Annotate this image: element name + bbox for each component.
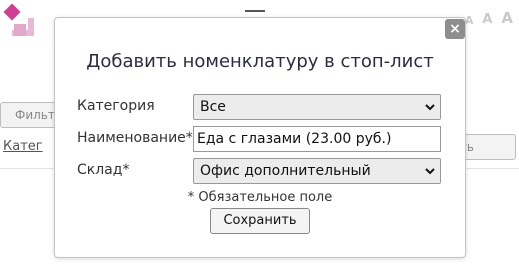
warehouse-row: Склад* Офис дополнительный [77,158,441,184]
category-select-value: Все [200,99,226,115]
font-size-large[interactable]: A [501,9,513,27]
category-link[interactable]: Катег [3,139,43,154]
font-size-medium[interactable]: A [482,12,492,27]
warehouse-select-value: Офис дополнительный [200,163,371,179]
warehouse-select[interactable]: Офис дополнительный [193,158,441,184]
header-divider [245,10,265,12]
name-field-value: Еда с глазами (23.00 руб.) [197,131,392,147]
font-size-switcher: A A A [465,9,513,27]
chevron-down-icon [425,168,435,175]
dialog-title: Добавить номенклатуру в стоп-лист [86,51,434,72]
warehouse-label: Склад* [77,162,130,178]
category-label: Категория [77,98,155,114]
category-row: Категория Все [77,94,441,120]
close-icon[interactable]: × [445,19,465,39]
category-select[interactable]: Все [193,94,441,120]
font-size-small[interactable]: A [465,14,474,27]
name-label: Наименование* [77,130,193,146]
app-logo [3,4,34,36]
required-field-note: * Обязательное поле [187,190,333,205]
save-button[interactable]: Сохранить [210,208,310,234]
add-to-stoplist-dialog: Добавить номенклатуру в стоп-лист Катего… [54,17,466,258]
name-row: Наименование* Еда с глазами (23.00 руб.) [77,126,441,152]
chevron-down-icon [425,104,435,111]
name-field[interactable]: Еда с глазами (23.00 руб.) [193,126,441,152]
